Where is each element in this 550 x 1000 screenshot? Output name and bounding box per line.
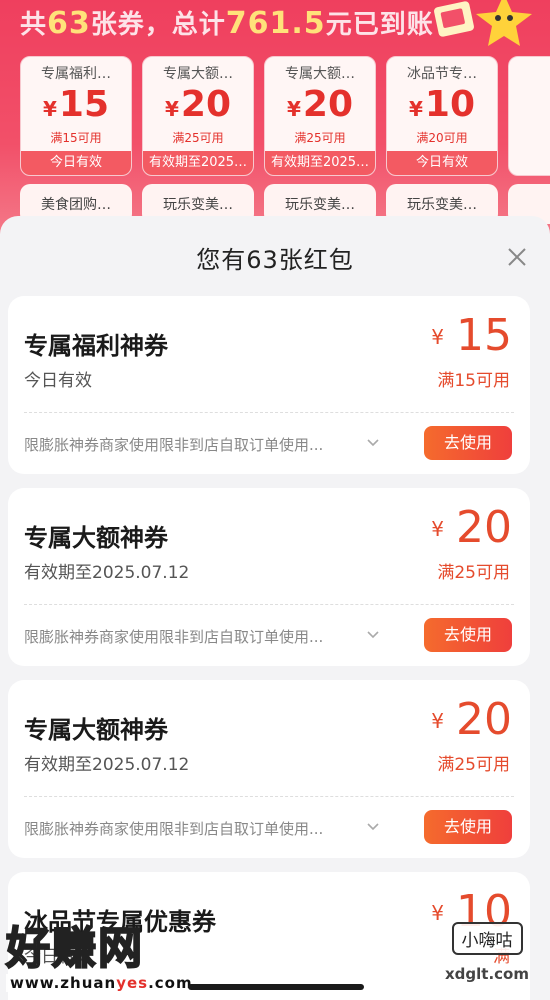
promo-header-prefix: 共 — [20, 10, 48, 40]
sheet-title: 您有63张红包 — [196, 246, 354, 274]
dashed-divider — [24, 604, 514, 605]
mini-coupon-yen: ¥ — [408, 97, 423, 121]
mini-coupon-condition: 满20可用 — [416, 131, 468, 145]
watermark-url-b: yes — [116, 974, 149, 992]
watermark-url: www.zhuanyes.com — [6, 974, 197, 992]
mini-coupon-validity: 今日有效 — [21, 151, 131, 175]
coupon-description[interactable]: 限膨胀神券商家使用限非到店自取订单使用... — [24, 818, 354, 839]
watermark-badge: 小嗨咕 — [451, 922, 523, 955]
sheet-header: 您有63张红包 — [0, 216, 550, 292]
dashed-divider — [24, 412, 514, 413]
promo-header-suffix: 元已到账 — [325, 10, 434, 40]
promo-header: 共63张券，总计761.5元已到账 — [20, 4, 434, 41]
mini-coupon-title: 专属福利… — [41, 66, 111, 82]
promo-total-amount: 761.5 — [225, 6, 326, 41]
mini-coupon-condition: 满15可用 — [50, 131, 102, 145]
coupon-condition: 满25可用 — [437, 755, 510, 775]
watermark-url-a: www.zhuan — [10, 974, 117, 992]
coupon-card[interactable]: 专属福利神券 今日有效 ¥15 满15可用 限膨胀神券商家使用限非到店自取订单使… — [8, 296, 530, 474]
mini-coupon-yen: ¥ — [286, 97, 301, 121]
coupon-validity: 今日有效 — [24, 371, 92, 391]
mini-coupon-condition: 满25可用 — [172, 131, 224, 145]
mini-coupon-amount: 20 — [180, 84, 232, 125]
mini-coupon-validity: 今日有效 — [387, 151, 497, 175]
watermark-site: xdglt.com — [445, 965, 529, 983]
coupon-amount: ¥20 — [431, 694, 512, 745]
coupon-description[interactable]: 限膨胀神券商家使用限非到店自取订单使用... — [24, 434, 354, 455]
watermark-url-c: .com — [148, 974, 193, 992]
chevron-down-icon[interactable] — [366, 628, 380, 642]
use-coupon-button[interactable]: 去使用 — [424, 618, 512, 652]
mini-coupon[interactable]: 冰品节专… ¥10 满20可用 今日有效 — [386, 56, 498, 176]
coupon-name: 专属福利神券 — [24, 332, 168, 360]
mini-coupon-amount: 15 — [58, 84, 110, 125]
yen-symbol: ¥ — [431, 517, 444, 541]
coupon-card[interactable]: 专属大额神券 有效期至2025.07.12 ¥20 满25可用 限膨胀神券商家使… — [8, 488, 530, 666]
coupon-amount-value: 20 — [456, 694, 512, 745]
coupon-sheet: 您有63张红包 专属福利神券 今日有效 ¥15 满15可用 限膨胀神券商家使用限… — [0, 216, 550, 1000]
promo-header-mid: 张券，总计 — [90, 10, 226, 40]
watermark-logo-text: 好赚网 — [5, 922, 144, 975]
coupon-condition: 满25可用 — [437, 563, 510, 583]
yen-symbol: ¥ — [431, 325, 444, 349]
mini-coupon-partial[interactable] — [508, 56, 550, 176]
mini-coupon[interactable]: 专属大额… ¥20 满25可用 有效期至2025… — [264, 56, 376, 176]
mini-coupon[interactable]: 专属大额… ¥20 满25可用 有效期至2025… — [142, 56, 254, 176]
mini-coupon-yen: ¥ — [164, 97, 179, 121]
home-indicator[interactable] — [188, 984, 364, 990]
mascot-icon — [434, 0, 532, 46]
promo-coupon-count: 63 — [47, 6, 91, 41]
mini-coupon-amount: 10 — [424, 84, 476, 125]
chevron-down-icon[interactable] — [366, 436, 380, 450]
mini-coupon[interactable]: 专属福利… ¥15 满15可用 今日有效 — [20, 56, 132, 176]
mini-coupon-condition: 满25可用 — [294, 131, 346, 145]
mini-coupon-validity: 有效期至2025… — [143, 151, 253, 175]
coupon-validity: 有效期至2025.07.12 — [24, 563, 190, 583]
mini-coupon-title: 冰品节专… — [407, 66, 477, 82]
mini-coupon-validity: 有效期至2025… — [265, 151, 375, 175]
coupon-amount: ¥15 — [431, 310, 512, 361]
coupon-condition: 满15可用 — [437, 371, 510, 391]
chevron-down-icon[interactable] — [366, 820, 380, 834]
coupon-validity: 有效期至2025.07.12 — [24, 755, 190, 775]
watermark-left: 好赚网 www.zhuanyes.com — [0, 910, 200, 1000]
coupon-card[interactable]: 专属大额神券 有效期至2025.07.12 ¥20 满25可用 限膨胀神券商家使… — [8, 680, 530, 858]
coupon-name: 专属大额神券 — [24, 524, 168, 552]
watermark-right: 小嗨咕 xdglt.com — [432, 904, 542, 990]
close-icon[interactable] — [506, 246, 528, 268]
coupon-description[interactable]: 限膨胀神券商家使用限非到店自取订单使用... — [24, 626, 354, 647]
mini-coupon-yen: ¥ — [42, 97, 57, 121]
coupon-amount: ¥20 — [431, 502, 512, 553]
mini-coupon-title: 专属大额… — [163, 66, 233, 82]
promo-banner: 共63张券，总计761.5元已到账 专属福利… ¥15 满15可用 今日有效 专… — [0, 0, 550, 240]
coupon-amount-value: 15 — [456, 310, 512, 361]
use-coupon-button[interactable]: 去使用 — [424, 810, 512, 844]
coupon-name: 专属大额神券 — [24, 716, 168, 744]
mini-coupon-title: 专属大额… — [285, 66, 355, 82]
mini-coupon-amount: 20 — [302, 84, 354, 125]
use-coupon-button[interactable]: 去使用 — [424, 426, 512, 460]
dashed-divider — [24, 796, 514, 797]
coupon-amount-value: 20 — [456, 502, 512, 553]
yen-symbol: ¥ — [431, 709, 444, 733]
